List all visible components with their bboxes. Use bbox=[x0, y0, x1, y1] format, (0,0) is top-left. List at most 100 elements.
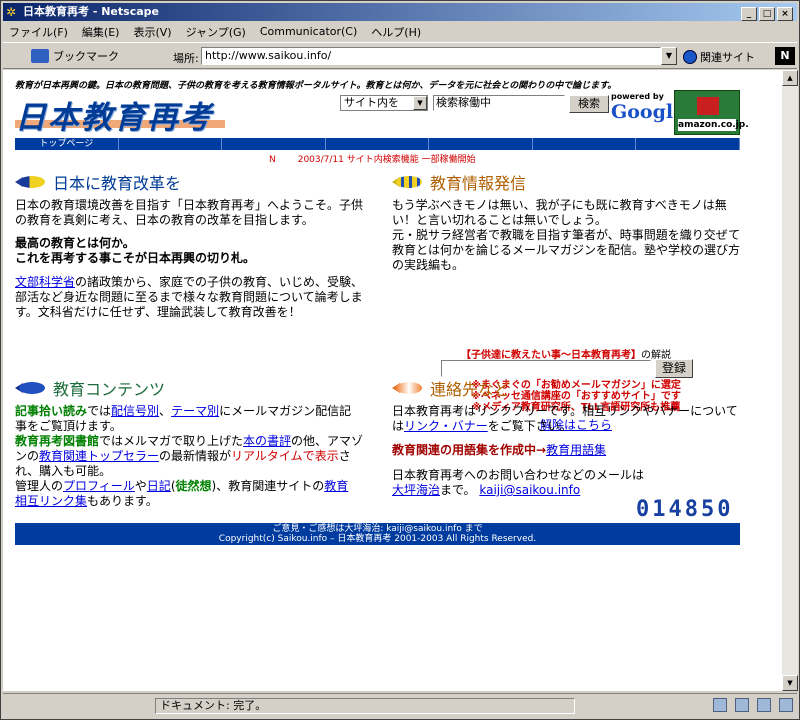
page-content: 教育が日本再興の鍵。日本の教育問題、子供の教育を考える教育情報ポータルサイト。教… bbox=[3, 70, 782, 691]
nav-item[interactable] bbox=[222, 138, 326, 150]
fish-icon bbox=[392, 378, 426, 398]
register-button[interactable]: 登録 bbox=[655, 359, 693, 378]
close-button[interactable]: × bbox=[777, 7, 793, 21]
window-title: 日本教育再考 - Netscape bbox=[23, 5, 159, 18]
policy-paragraph: 文部科学省の諸政策から、家庭での子供の教育、いじめ、受験、部活など身近な問題に至… bbox=[15, 275, 364, 319]
admin-name-link[interactable]: 大坪海治 bbox=[392, 483, 440, 497]
google-logo[interactable]: powered by Google bbox=[611, 92, 685, 126]
menu-go[interactable]: ジャンプ(G) bbox=[186, 24, 246, 40]
new-mark: N bbox=[269, 155, 276, 165]
fish-icon bbox=[15, 378, 49, 398]
by-theme-link[interactable]: テーマ別 bbox=[171, 404, 219, 418]
component-bar bbox=[603, 698, 793, 714]
nav-top-page[interactable]: トップページ bbox=[15, 138, 119, 150]
nav-item[interactable] bbox=[636, 138, 741, 150]
fish-icon bbox=[392, 172, 426, 192]
bookmark-icon bbox=[31, 49, 49, 63]
related-label: 関連サイト bbox=[700, 51, 755, 64]
mail-icon[interactable] bbox=[735, 698, 749, 712]
scroll-down-icon[interactable]: ▼ bbox=[782, 675, 798, 691]
status-text: ドキュメント: 完了。 bbox=[155, 698, 575, 714]
related-sites-button[interactable]: 関連サイト bbox=[683, 49, 755, 65]
amazon-banner[interactable]: amazon.co.jp. bbox=[674, 90, 749, 135]
contact-paragraph-3: 日本教育再考へのお問い合わせなどのメールは bbox=[392, 468, 645, 482]
bookmark-button[interactable]: ブックマーク bbox=[31, 48, 119, 64]
mext-link[interactable]: 文部科学省 bbox=[15, 275, 75, 289]
section-title: 教育コンテンツ bbox=[53, 380, 166, 399]
contact-paragraph-1: 日本教育再考はリンクフリーです。相互リンクやバナーについてはリンク・バナーをご覧… bbox=[392, 404, 738, 433]
security-icon[interactable] bbox=[7, 698, 147, 714]
site-logo[interactable]: 日本教育再考 bbox=[15, 92, 225, 136]
slogan-line-2: これを再考する事こそが日本再興の切り札。 bbox=[15, 251, 256, 265]
contents-paragraph-1: 記事拾い読みでは配信号別、テーマ別にメールマガジン配信記事をご覧頂けます。 bbox=[15, 404, 352, 433]
section-title: 日本に教育改革を bbox=[53, 174, 182, 193]
location-input[interactable]: http://www.saikou.info/ bbox=[201, 47, 661, 65]
section-header-info: 教育情報発信 bbox=[392, 170, 526, 194]
menu-edit[interactable]: 編集(E) bbox=[82, 24, 120, 40]
info-paragraph-2: 元・脱サラ経営者で教職を目指す筆者が、時事問題を織り交ぜて教育とは何かを論じるメ… bbox=[392, 228, 741, 272]
browser-window: ✲ 日本教育再考 - Netscape _ □ × ファイル(F) 編集(E) … bbox=[0, 0, 800, 720]
section-header-contents: 教育コンテンツ bbox=[15, 376, 165, 400]
location-toolbar: ブックマーク 場所: http://www.saikou.info/ ▼ 関連サ… bbox=[3, 42, 797, 69]
menu-view[interactable]: 表示(V) bbox=[133, 24, 171, 40]
footer-line-2: Copyright(c) Saikou.info – 日本教育再考 2001-2… bbox=[218, 534, 537, 544]
menu-communicator[interactable]: Communicator(C) bbox=[260, 25, 357, 38]
status-bar: ドキュメント: 完了。 bbox=[3, 693, 797, 717]
bestseller-link[interactable]: 教育関連トップセラー bbox=[39, 449, 159, 463]
netscape-icon: ✲ bbox=[6, 5, 17, 19]
profile-link[interactable]: プロフィール bbox=[63, 479, 135, 493]
scroll-up-icon[interactable]: ▲ bbox=[782, 70, 798, 86]
diary-link[interactable]: 日記 bbox=[147, 479, 171, 493]
section-header-contact: 連絡先など bbox=[392, 376, 510, 400]
by-issue-link[interactable]: 配信号別 bbox=[111, 404, 159, 418]
navigator-icon[interactable] bbox=[713, 698, 727, 712]
nav-item[interactable] bbox=[429, 138, 533, 150]
news-text: 2003/7/11 サイト内検索機能 一部稼働開始 bbox=[297, 155, 476, 165]
section-title: 連絡先など bbox=[430, 380, 511, 399]
link-banner-link[interactable]: リンク・バナー bbox=[404, 419, 488, 433]
menu-help[interactable]: ヘルプ(H) bbox=[371, 24, 421, 40]
nav-bar: トップページ bbox=[15, 138, 741, 150]
vertical-scrollbar[interactable]: ▲ ▼ bbox=[782, 70, 798, 691]
access-counter: 014850 bbox=[636, 497, 734, 522]
mailmag-title: 【子供達に教えたい事〜日本教育再考】の解説 bbox=[461, 350, 671, 361]
bookmark-label: ブックマーク bbox=[53, 50, 119, 63]
chevron-down-icon: ▼ bbox=[413, 96, 427, 110]
mailmag-form: 【子供達に教えたい事〜日本教育再考】の解説 登録 ※まぐまぐの「お勧めメールマガ… bbox=[441, 346, 693, 432]
netscape-logo[interactable]: N bbox=[775, 47, 795, 65]
book-review-link[interactable]: 本の書評 bbox=[243, 434, 291, 448]
page-footer: ご意見・ご感想は大坪海治: kaiji@saikou.info まで Copyr… bbox=[15, 523, 740, 545]
contents-paragraph-3: 管理人のプロフィールや日記(徒然想)、教育関連サイトの教育相互リンク集もあります… bbox=[15, 479, 349, 508]
maximize-button[interactable]: □ bbox=[759, 7, 775, 21]
address-book-icon[interactable] bbox=[779, 698, 793, 712]
composer-icon[interactable] bbox=[757, 698, 771, 712]
fish-icon bbox=[15, 172, 49, 192]
footer-line-1: ご意見・ご感想は大坪海治: kaiji@saikou.info まで bbox=[272, 524, 483, 534]
slogan-line-1: 最高の教育とは何か。 bbox=[15, 236, 135, 250]
nav-item[interactable] bbox=[326, 138, 430, 150]
news-ticker: N 2003/7/11 サイト内検索機能 一部稼働開始 bbox=[269, 152, 476, 165]
glossary-link[interactable]: 教育用語集 bbox=[546, 443, 606, 457]
location-dropdown-icon[interactable]: ▼ bbox=[661, 47, 677, 65]
mailmag-email-input[interactable] bbox=[441, 360, 651, 377]
title-bar: ✲ 日本教育再考 - Netscape _ □ × bbox=[3, 3, 797, 21]
search-input[interactable]: 検索稼働中 bbox=[433, 95, 565, 111]
minimize-button[interactable]: _ bbox=[741, 7, 757, 21]
email-link[interactable]: kaiji@saikou.info bbox=[479, 483, 580, 497]
menu-file[interactable]: ファイル(F) bbox=[9, 24, 68, 40]
nav-item[interactable] bbox=[119, 138, 223, 150]
section-title: 教育情報発信 bbox=[430, 174, 527, 193]
search-scope-select[interactable]: サイト内を ▼ bbox=[340, 95, 428, 111]
section-header-reform: 日本に教育改革を bbox=[15, 170, 181, 194]
site-tagline: 教育が日本再興の鍵。日本の教育問題、子供の教育を考える教育情報ポータルサイト。教… bbox=[15, 81, 617, 91]
related-icon bbox=[683, 50, 697, 64]
contents-paragraph-2: 教育再考図書館ではメルマガで取り上げた本の書評の他、アマゾンの教育関連トップセラ… bbox=[15, 434, 364, 478]
contact-paragraph-4: 大坪海治まで。 kaiji@saikou.info bbox=[392, 483, 581, 497]
info-paragraph-1: もう学ぶべきモノは無い、我が子にも既に教育すべきモノは無い！と言い切れることは無… bbox=[392, 198, 727, 227]
book-icon bbox=[697, 97, 719, 115]
search-button[interactable]: 検索 bbox=[569, 95, 609, 113]
glossary-line: 教育関連の用語集を作成中→教育用語集 bbox=[392, 443, 607, 457]
nav-item[interactable] bbox=[533, 138, 637, 150]
intro-paragraph: 日本の教育環境改善を目指す「日本教育再考」へようこそ。子供の教育を真剣に考え、日… bbox=[15, 198, 364, 227]
location-label: 場所: bbox=[173, 52, 199, 65]
